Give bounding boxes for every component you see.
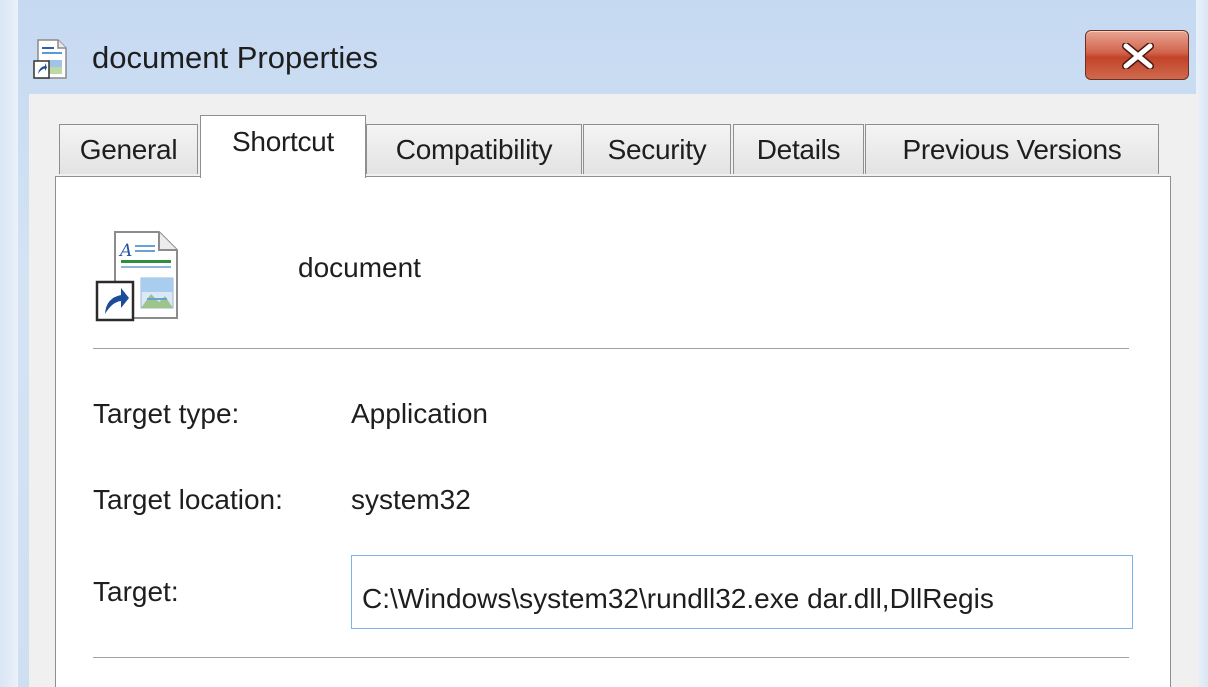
tab-security[interactable]: Security <box>583 124 731 174</box>
separator-top <box>93 348 1129 349</box>
tab-shortcut[interactable]: Shortcut <box>200 115 366 178</box>
target-label: Target: <box>93 576 179 607</box>
shortcut-file-name: document <box>298 252 421 283</box>
tab-compatibility[interactable]: Compatibility <box>366 124 582 174</box>
separator-bottom <box>93 657 1129 658</box>
title-bar[interactable]: document Properties <box>0 0 1208 96</box>
close-icon <box>1122 43 1154 69</box>
close-button[interactable] <box>1085 30 1189 80</box>
window-title: document Properties <box>92 40 379 75</box>
target-location-label: Target location: <box>93 484 283 515</box>
tab-general[interactable]: General <box>59 124 198 174</box>
tab-details[interactable]: Details <box>733 124 864 174</box>
target-input[interactable] <box>351 555 1133 629</box>
window-frame-left <box>0 0 18 687</box>
tab-previous-versions[interactable]: Previous Versions <box>865 124 1159 174</box>
svg-text:A: A <box>118 241 132 261</box>
target-location-value: system32 <box>351 484 471 515</box>
shortcut-document-icon <box>32 38 70 80</box>
target-type-value: Application <box>351 398 488 429</box>
shortcut-document-icon: A <box>93 228 183 322</box>
properties-dialog: document Properties General Shortcut Com… <box>0 0 1208 687</box>
target-type-label: Target type: <box>93 398 240 429</box>
